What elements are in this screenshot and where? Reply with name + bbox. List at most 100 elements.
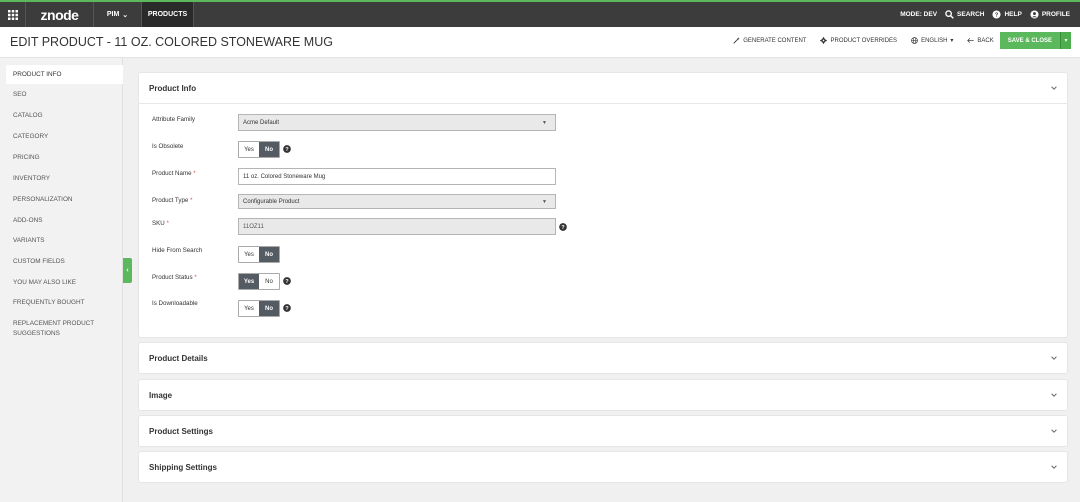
top-navbar: znode PIM ⌄ PRODUCTS MODE: DEV SEARCH ? …	[0, 0, 1080, 27]
help-label: HELP	[1004, 11, 1022, 18]
sku-label: SKU *	[152, 220, 169, 227]
search-button[interactable]: SEARCH	[945, 10, 984, 19]
magic-wand-icon	[733, 37, 740, 44]
chevron-down-icon[interactable]	[1050, 427, 1058, 437]
caret-down-icon: ▾	[950, 38, 954, 44]
sidebar-item-pricing[interactable]: PRICING	[0, 153, 122, 163]
svg-text:?: ?	[995, 13, 999, 19]
product-type-label-text: Product Type	[152, 197, 189, 204]
sidebar-item-label: SUGGESTIONS	[13, 330, 60, 337]
product-type-value: Configurable Product	[243, 198, 300, 205]
sidebar-item-variants[interactable]: VARIANTS	[0, 236, 122, 246]
product-details-panel: Product Details	[138, 342, 1068, 374]
sidebar-item-add-ons[interactable]: ADD-ONS	[0, 216, 122, 226]
product-status-toggle[interactable]: Yes No	[238, 273, 280, 290]
toggle-no[interactable]: No	[259, 274, 279, 289]
product-name-label: Product Name *	[152, 170, 196, 177]
shipping-settings-panel: Shipping Settings	[138, 451, 1068, 483]
sidebar-item-personalization[interactable]: PERSONALIZATION	[0, 195, 122, 205]
language-dropdown[interactable]: ENGLISH ▾	[911, 37, 953, 44]
toggle-no[interactable]: No	[259, 142, 279, 157]
profile-button[interactable]: PROFILE	[1030, 10, 1070, 19]
help-icon[interactable]: ?	[283, 277, 291, 285]
nav-pim-label: PIM	[106, 11, 120, 18]
product-info-panel: Product Info Attribute Family Acme Defau…	[138, 72, 1068, 338]
is-downloadable-toggle[interactable]: Yes No	[238, 300, 280, 317]
back-button[interactable]: BACK	[967, 37, 994, 44]
sidebar-item-label: REPLACEMENT PRODUCT	[13, 320, 95, 327]
sidebar-collapse-button[interactable]: ‹	[123, 258, 132, 283]
panel-title: Product Details	[149, 353, 208, 363]
product-settings-panel: Product Settings	[138, 415, 1068, 447]
apps-grid-icon[interactable]	[0, 2, 26, 27]
image-header[interactable]: Image	[139, 380, 1067, 410]
toggle-yes[interactable]: Yes	[239, 274, 259, 289]
sku-input[interactable]: 11OZ11	[238, 218, 556, 235]
save-options-dropdown[interactable]: ▾	[1060, 32, 1071, 49]
page-title: EDIT PRODUCT - 11 OZ. COLORED STONEWARE …	[10, 35, 333, 49]
image-panel: Image	[138, 379, 1068, 411]
attribute-family-select[interactable]: Acme Default ▼	[238, 114, 556, 131]
nav-products[interactable]: PRODUCTS	[142, 2, 194, 27]
svg-text:?: ?	[285, 306, 289, 312]
toggle-no[interactable]: No	[259, 247, 279, 262]
sidebar-item-you-may-also-like[interactable]: YOU MAY ALSO LIKE	[0, 278, 122, 288]
toggle-yes[interactable]: Yes	[239, 142, 259, 157]
help-icon[interactable]: ?	[283, 304, 291, 312]
sidebar-item-inventory[interactable]: INVENTORY	[0, 174, 122, 184]
panel-title: Product Settings	[149, 426, 214, 436]
help-button[interactable]: ? HELP	[992, 10, 1022, 19]
product-type-select[interactable]: Configurable Product ▼	[238, 194, 556, 209]
hide-from-search-toggle[interactable]: Yes No	[238, 246, 280, 263]
search-label: SEARCH	[957, 11, 985, 18]
save-close-button[interactable]: SAVE & CLOSE	[999, 32, 1060, 49]
language-label: ENGLISH	[921, 37, 948, 44]
is-obsolete-toggle[interactable]: Yes No	[238, 141, 280, 158]
save-close-group: SAVE & CLOSE ▾	[999, 32, 1071, 49]
product-name-input[interactable]: 11 oz. Colored Stoneware Mug	[238, 168, 556, 185]
user-circle-icon	[1030, 10, 1039, 19]
product-info-header[interactable]: Product Info	[139, 73, 1067, 103]
panel-title: Shipping Settings	[149, 462, 217, 472]
help-icon[interactable]: ?	[283, 145, 291, 153]
chevron-down-icon[interactable]	[1050, 354, 1058, 364]
product-type-label: Product Type *	[152, 197, 193, 204]
is-obsolete-label: Is Obsolete	[152, 143, 184, 150]
znode-logo[interactable]: znode	[26, 2, 94, 27]
sidebar-item-seo[interactable]: SEO	[0, 90, 122, 100]
question-circle-icon: ?	[992, 10, 1002, 19]
nav-pim-menu[interactable]: PIM ⌄	[94, 2, 142, 27]
help-icon[interactable]: ?	[559, 223, 567, 231]
sidebar-item-frequently-bought[interactable]: FREQUENTLY BOUGHT	[0, 298, 122, 308]
sidebar-item-catalog[interactable]: CATALOG	[0, 111, 122, 121]
toggle-yes[interactable]: Yes	[239, 247, 259, 262]
caret-down-icon: ▼	[542, 199, 547, 205]
sidebar-item-custom-fields[interactable]: CUSTOM FIELDS	[0, 257, 122, 267]
product-details-header[interactable]: Product Details	[139, 343, 1067, 373]
caret-down-icon: ▼	[542, 120, 547, 126]
is-downloadable-label: Is Downloadable	[152, 300, 198, 307]
generate-content-button[interactable]: GENERATE CONTENT	[733, 37, 806, 44]
required-mark: *	[190, 197, 193, 204]
product-settings-header[interactable]: Product Settings	[139, 416, 1067, 446]
chevron-down-icon[interactable]	[1050, 391, 1058, 401]
sidebar-item-category[interactable]: CATEGORY	[0, 132, 122, 142]
toggle-no[interactable]: No	[259, 301, 279, 316]
search-icon	[945, 10, 954, 19]
profile-label: PROFILE	[1041, 11, 1070, 18]
product-status-label-text: Product Status	[152, 274, 193, 281]
chevron-down-icon: ⌄	[122, 11, 129, 19]
sidebar-item-product-info[interactable]: PRODUCT INFO	[6, 65, 123, 84]
chevron-down-icon[interactable]	[1050, 84, 1058, 94]
shipping-settings-header[interactable]: Shipping Settings	[139, 452, 1067, 482]
sidebar-item-replacement-suggestions[interactable]: REPLACEMENT PRODUCT SUGGESTIONS	[0, 319, 122, 339]
generate-content-label: GENERATE CONTENT	[743, 37, 807, 44]
chevron-down-icon[interactable]	[1050, 463, 1058, 473]
toggle-yes[interactable]: Yes	[239, 301, 259, 316]
product-name-label-text: Product Name	[152, 170, 192, 177]
svg-text:?: ?	[285, 147, 289, 153]
product-overrides-button[interactable]: PRODUCT OVERRIDES	[820, 37, 897, 44]
mode-indicator[interactable]: MODE: DEV	[900, 11, 937, 18]
svg-text:?: ?	[285, 279, 289, 285]
panel-title: Image	[149, 390, 173, 400]
